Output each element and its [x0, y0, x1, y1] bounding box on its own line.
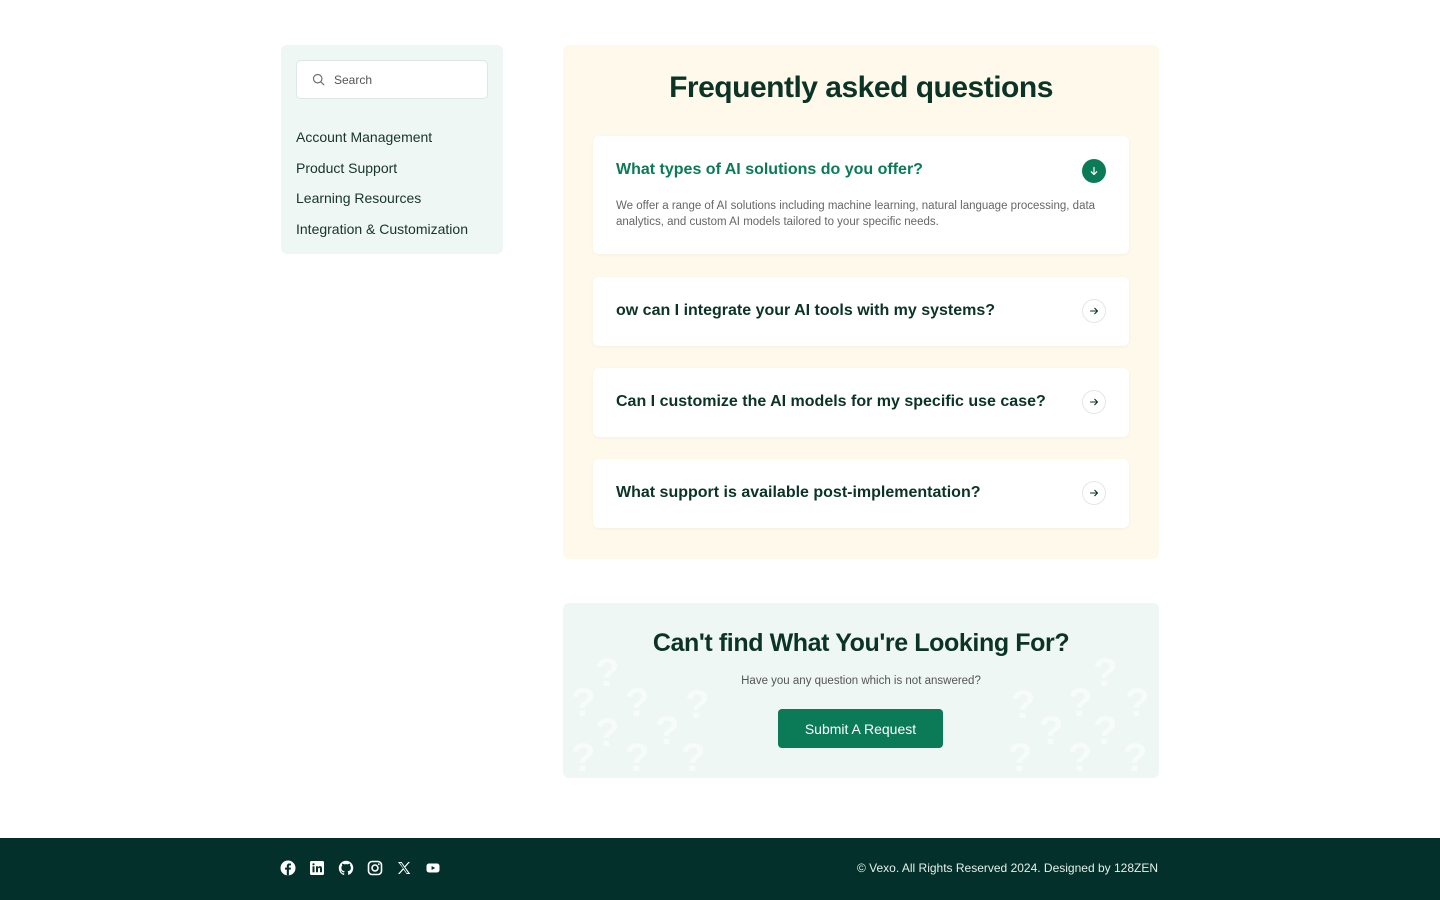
category-account-management[interactable]: Account Management — [296, 128, 488, 159]
search-icon — [312, 73, 325, 86]
faq-item[interactable]: What support is available post-implement… — [593, 459, 1129, 528]
faq-sidebar: Account Management Product Support Learn… — [281, 45, 503, 254]
youtube-icon[interactable] — [425, 860, 441, 876]
instagram-icon[interactable] — [367, 860, 383, 876]
social-links — [280, 860, 441, 876]
submit-request-button[interactable]: Submit A Request — [778, 709, 943, 748]
faq-question[interactable]: ow can I integrate your AI tools with my… — [616, 302, 995, 320]
x-icon[interactable] — [396, 860, 412, 876]
help-panel: ? ? ? ? ? ? ? ? ? ? ? ? ? ? ? ? ? ? Can'… — [563, 603, 1159, 778]
linkedin-icon[interactable] — [309, 860, 325, 876]
faq-item[interactable]: Can I customize the AI models for my spe… — [593, 368, 1129, 437]
faq-toggle-button[interactable] — [1082, 390, 1106, 414]
arrow-down-icon — [1090, 166, 1098, 176]
facebook-icon[interactable] — [280, 860, 296, 876]
arrow-right-icon — [1089, 398, 1099, 406]
category-integration-customization[interactable]: Integration & Customization — [296, 220, 488, 251]
footer: © Vexo. All Rights Reserved 2024. Design… — [0, 838, 1440, 900]
arrow-right-icon — [1089, 307, 1099, 315]
faq-toggle-button[interactable] — [1082, 481, 1106, 505]
faq-item-expanded[interactable]: What types of AI solutions do you offer?… — [593, 136, 1129, 254]
search-input[interactable] — [334, 72, 474, 87]
faq-answer: We offer a range of AI solutions includi… — [616, 200, 1096, 228]
faq-toggle-button[interactable] — [1082, 299, 1106, 323]
help-subtitle: Have you any question which is not answe… — [741, 675, 981, 687]
category-learning-resources[interactable]: Learning Resources — [296, 189, 488, 220]
faq-title: Frequently asked questions — [669, 71, 1053, 104]
help-title: Can't find What You're Looking For? — [652, 629, 1070, 657]
faq-item[interactable]: ow can I integrate your AI tools with my… — [593, 277, 1129, 346]
faq-panel: Frequently asked questions What types of… — [563, 45, 1159, 559]
search-box[interactable] — [296, 60, 488, 99]
github-icon[interactable] — [338, 860, 354, 876]
faq-question[interactable]: Can I customize the AI models for my spe… — [616, 393, 1046, 411]
arrow-right-icon — [1089, 489, 1099, 497]
category-product-support[interactable]: Product Support — [296, 159, 488, 190]
faq-question[interactable]: What types of AI solutions do you offer? — [616, 161, 923, 179]
copyright-text: © Vexo. All Rights Reserved 2024. Design… — [856, 861, 1158, 875]
faq-question[interactable]: What support is available post-implement… — [616, 484, 980, 502]
faq-toggle-button[interactable] — [1082, 159, 1106, 183]
category-list: Account Management Product Support Learn… — [296, 128, 488, 250]
